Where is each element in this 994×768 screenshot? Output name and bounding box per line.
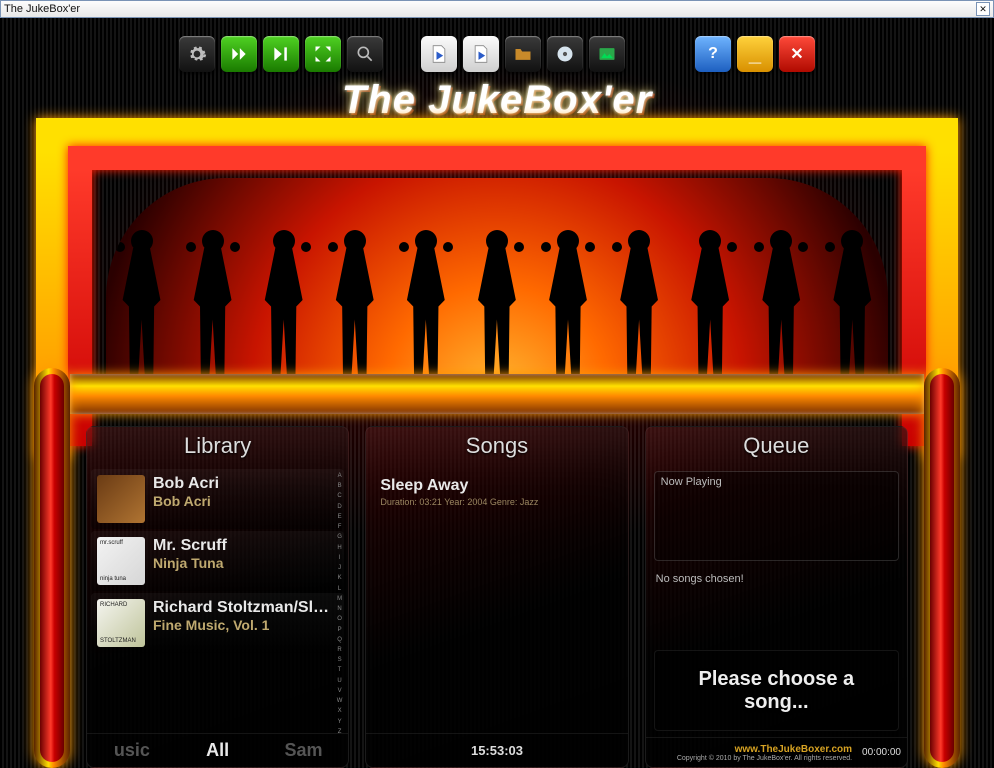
- play-pause-icon: [271, 44, 291, 64]
- songs-footer-clock: 15:53:03: [366, 733, 627, 767]
- image-icon: [597, 44, 617, 64]
- site-link[interactable]: www.TheJukeBoxer.com: [677, 744, 852, 755]
- next-track-button[interactable]: [221, 36, 257, 72]
- album-cover: [97, 475, 145, 523]
- queue-heading: Queue: [646, 427, 907, 467]
- library-heading: Library: [87, 427, 348, 467]
- queue-footer: www.TheJukeBoxer.com Copyright © 2010 by…: [646, 737, 907, 767]
- library-tab[interactable]: Sam: [263, 736, 345, 765]
- queue-empty-text: No songs chosen!: [656, 573, 897, 585]
- jukebox-midbar: [70, 374, 924, 414]
- queue-prompt: Please choose a song...: [654, 650, 899, 731]
- browse-button[interactable]: [505, 36, 541, 72]
- album-artist: Mr. Scruff: [153, 537, 227, 555]
- now-playing-label: Now Playing: [661, 476, 722, 488]
- neon-pillar-left: [34, 368, 70, 768]
- album-item[interactable]: Bob AcriBob Acri: [91, 469, 344, 529]
- queue-panel: Queue Now Playing No songs chosen! Pleas…: [645, 426, 908, 768]
- app-logo: The JukeBox'er: [0, 78, 994, 123]
- album-cover: RICHARDSTOLTZMAN: [97, 599, 145, 647]
- add-and-play-button[interactable]: [421, 36, 457, 72]
- exit-button[interactable]: ✕: [779, 36, 815, 72]
- disc-icon: [555, 44, 575, 64]
- album-artist: Bob Acri: [153, 475, 219, 493]
- window-title: The JukeBox'er: [4, 3, 80, 15]
- app-stage: ? _ ✕ The JukeBox'er Library Bob AcriBob…: [0, 18, 994, 768]
- album-title: Bob Acri: [153, 493, 219, 509]
- window-close-button[interactable]: ✕: [976, 2, 990, 16]
- album-item[interactable]: mr.scruffninja tuna Mr. ScruffNinja Tuna: [91, 531, 344, 591]
- alpha-index[interactable]: ABCDEFGHIJKLMNOPQRSTUVWXYZ: [334, 473, 344, 735]
- help-icon: ?: [708, 45, 718, 63]
- song-title: Sleep Away: [380, 477, 613, 495]
- play-pause-button[interactable]: [263, 36, 299, 72]
- settings-button[interactable]: [179, 36, 215, 72]
- folder-icon: [513, 44, 533, 64]
- visualizer-button[interactable]: [589, 36, 625, 72]
- minimize-button[interactable]: _: [737, 36, 773, 72]
- album-item[interactable]: RICHARDSTOLTZMAN Richard Stoltzman/Slovak…: [91, 593, 344, 653]
- add-to-queue-button[interactable]: [463, 36, 499, 72]
- song-info: Duration: 03:21 Year: 2004 Genre: Jazz: [380, 497, 613, 507]
- library-tab[interactable]: All: [177, 736, 259, 765]
- library-tabs: usicAllSam: [87, 733, 348, 767]
- copyright: Copyright © 2010 by The JukeBox'er. All …: [677, 755, 852, 762]
- album-artist: Richard Stoltzman/Slovak: [153, 599, 338, 617]
- now-playing-box: Now Playing: [654, 471, 899, 561]
- main-toolbar: ? _ ✕: [0, 36, 994, 72]
- song-list: Sleep Away Duration: 03:21 Year: 2004 Gen…: [366, 467, 627, 517]
- cd-button[interactable]: [547, 36, 583, 72]
- library-tab[interactable]: usic: [91, 736, 173, 765]
- expand-icon: [313, 44, 333, 64]
- close-icon: ✕: [790, 44, 803, 64]
- file-play-icon: [429, 44, 449, 64]
- window-titlebar: The JukeBox'er ✕: [0, 0, 994, 18]
- songs-panel: Songs Sleep Away Duration: 03:21 Year: 20…: [365, 426, 628, 768]
- album-list: Bob AcriBob Acri mr.scruffninja tuna Mr. S…: [87, 467, 348, 655]
- album-title: Fine Music, Vol. 1: [153, 617, 338, 633]
- next-icon: [229, 44, 249, 64]
- song-item[interactable]: Sleep Away Duration: 03:21 Year: 2004 Gen…: [366, 467, 627, 517]
- search-button[interactable]: [347, 36, 383, 72]
- album-title: Ninja Tuna: [153, 555, 227, 571]
- fullscreen-button[interactable]: [305, 36, 341, 72]
- library-panel: Library Bob AcriBob Acrimr.scruffninja t…: [86, 426, 349, 768]
- queue-time: 00:00:00: [862, 747, 901, 758]
- queue-body: No songs chosen!: [654, 565, 899, 644]
- neon-pillar-right: [924, 368, 960, 768]
- songs-heading: Songs: [366, 427, 627, 467]
- help-button[interactable]: ?: [695, 36, 731, 72]
- search-icon: [355, 44, 375, 64]
- gear-icon: [187, 44, 207, 64]
- dancer-silhouettes: [106, 208, 888, 378]
- content-area: Library Bob AcriBob Acrimr.scruffninja t…: [80, 420, 914, 768]
- file-add-icon: [471, 44, 491, 64]
- jukebox-frame: Library Bob AcriBob Acrimr.scruffninja t…: [36, 118, 958, 768]
- album-cover: mr.scruffninja tuna: [97, 537, 145, 585]
- jukebox-display: [106, 178, 888, 378]
